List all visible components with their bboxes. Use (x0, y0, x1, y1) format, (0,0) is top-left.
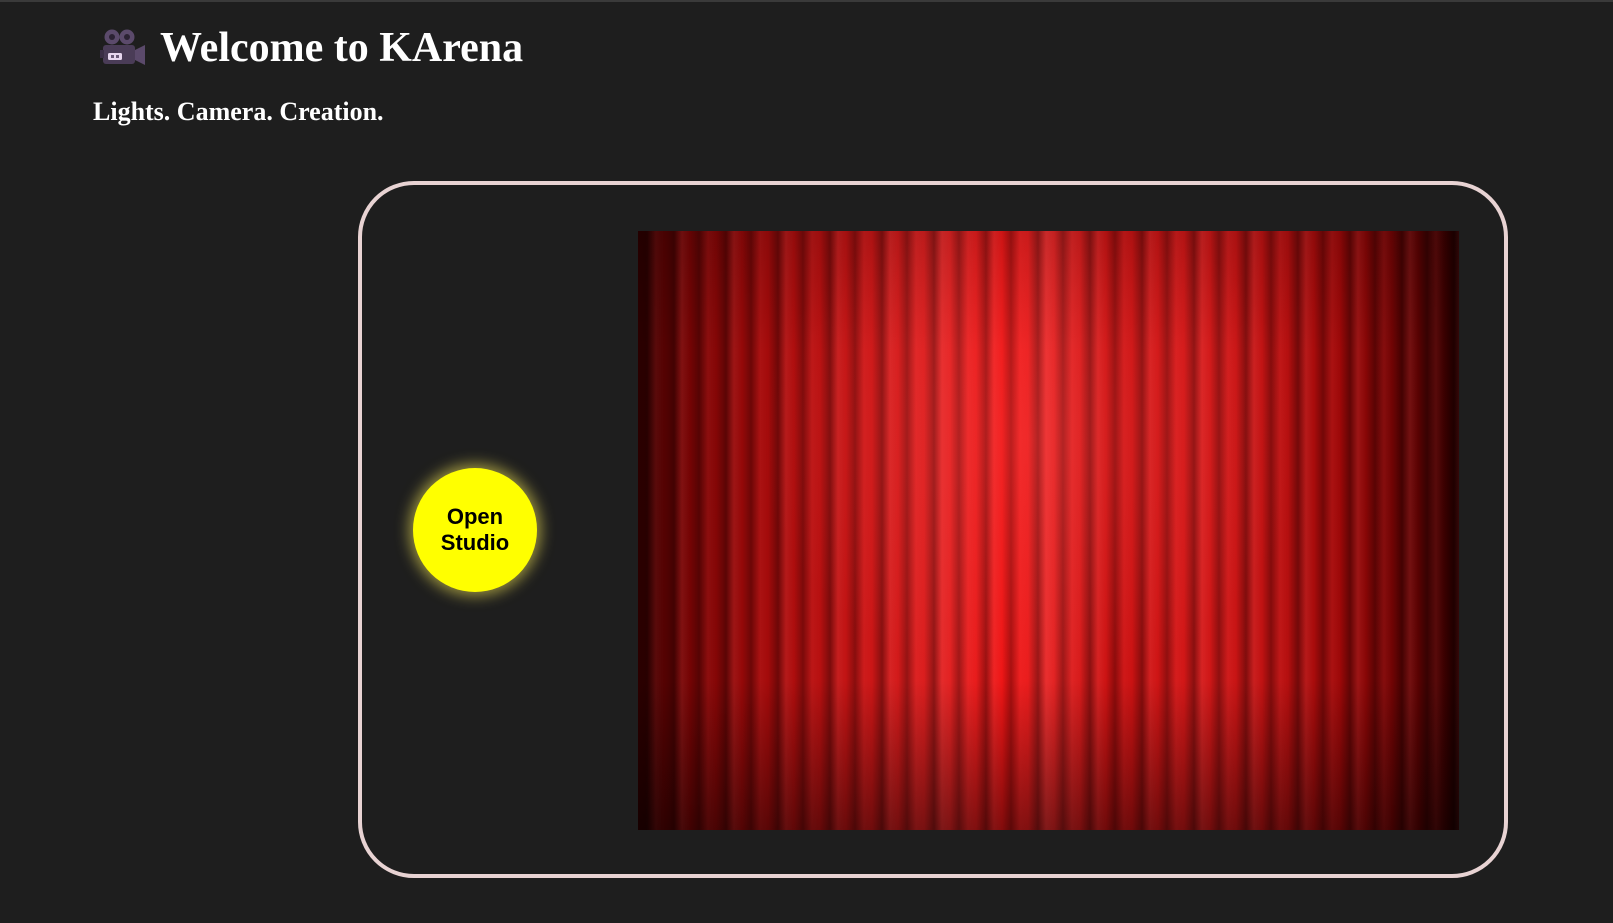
open-studio-label: Open Studio (440, 504, 510, 555)
top-divider (0, 0, 1613, 2)
page-header: Welcome to KArena (100, 24, 523, 72)
page-title: Welcome to KArena (160, 25, 524, 71)
page-tagline: Lights. Camera. Creation. (93, 97, 384, 126)
movie-camera-icon (100, 28, 146, 68)
open-studio-button[interactable]: Open Studio (413, 468, 537, 592)
theater-curtain-image (638, 231, 1459, 830)
